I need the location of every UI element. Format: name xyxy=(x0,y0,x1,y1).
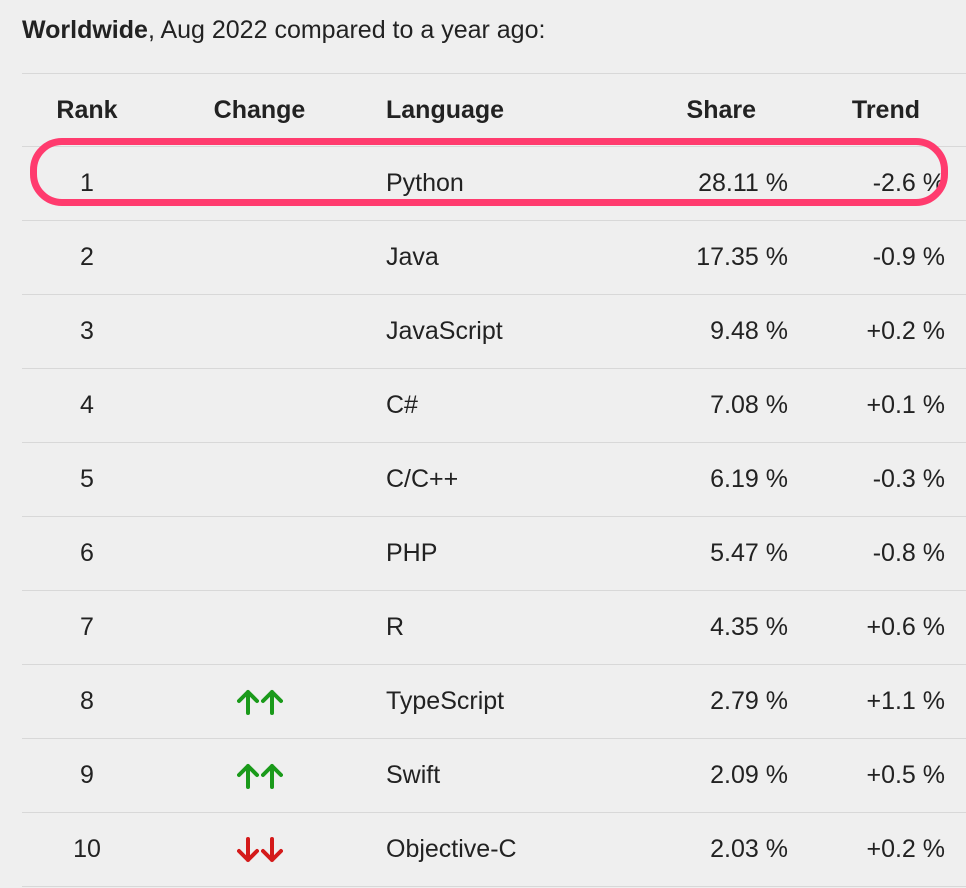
share-cell: 9.48 % xyxy=(710,317,788,345)
rank-cell: 5 xyxy=(80,465,94,493)
trend-cell: +0.6 % xyxy=(866,613,945,641)
share-cell: 17.35 % xyxy=(696,243,788,271)
double-up-arrow-icon xyxy=(235,687,285,717)
share-cell: 6.19 % xyxy=(710,465,788,493)
language-cell: Java xyxy=(386,243,439,271)
language-cell: C# xyxy=(386,391,418,419)
share-cell: 7.08 % xyxy=(710,391,788,419)
header-share: Share xyxy=(686,95,756,124)
language-cell: TypeScript xyxy=(386,687,505,715)
rank-cell: 9 xyxy=(80,761,94,789)
share-cell: 5.47 % xyxy=(710,539,788,567)
share-cell: 2.03 % xyxy=(710,835,788,863)
header-language: Language xyxy=(386,95,505,124)
trend-cell: +1.1 % xyxy=(866,687,945,715)
language-cell: Swift xyxy=(386,761,441,789)
trend-cell: +0.5 % xyxy=(866,761,945,789)
ranking-table: Rank Change Language Share Trend 1 Pytho… xyxy=(22,73,966,887)
share-cell: 2.09 % xyxy=(710,761,788,789)
trend-cell: +0.2 % xyxy=(866,835,945,863)
table-row-8: 8 TypeScript 2.79 % +1.1 % xyxy=(22,665,966,739)
table-row-6: 6 PHP 5.47 % -0.8 % xyxy=(22,517,966,591)
header-trend: Trend xyxy=(851,95,920,124)
share-cell: 28.11 % xyxy=(698,169,788,197)
table-header: Rank Change Language Share Trend xyxy=(22,74,966,147)
language-cell: PHP xyxy=(386,539,438,567)
rank-cell: 10 xyxy=(73,835,101,863)
rank-cell: 2 xyxy=(80,243,94,271)
share-cell: 4.35 % xyxy=(710,613,788,641)
caption-text: , Aug 2022 compared to a year ago: xyxy=(147,16,546,44)
change-cell xyxy=(192,517,327,590)
trend-cell: -0.3 % xyxy=(872,465,945,493)
trend-cell: -0.8 % xyxy=(872,539,945,567)
trend-cell: +0.1 % xyxy=(866,391,945,419)
table-row-2: 2 Java 17.35 % -0.9 % xyxy=(22,221,966,295)
change-cell xyxy=(192,295,327,368)
language-cell: C/C++ xyxy=(386,465,459,493)
change-cell xyxy=(192,813,327,886)
table-row-1: 1 Python 28.11 % -2.6 % xyxy=(22,147,966,221)
table-row-10: 10 Objective-C 2.03 % +0.2 % xyxy=(22,813,966,887)
table-caption: Worldwide, Aug 2022 compared to a year a… xyxy=(22,16,545,45)
language-cell: Python xyxy=(386,169,464,197)
trend-cell: -2.6 % xyxy=(872,169,945,197)
rank-cell: 4 xyxy=(80,391,94,419)
rank-cell: 3 xyxy=(80,317,94,345)
rank-cell: 7 xyxy=(80,613,94,641)
change-cell xyxy=(192,147,327,220)
change-cell xyxy=(192,665,327,738)
share-cell: 2.79 % xyxy=(710,687,788,715)
change-cell xyxy=(192,591,327,664)
change-cell xyxy=(192,221,327,294)
double-down-arrow-icon xyxy=(235,835,285,865)
double-up-arrow-icon xyxy=(235,761,285,791)
change-cell xyxy=(192,739,327,812)
change-cell xyxy=(192,443,327,516)
rank-cell: 6 xyxy=(80,539,94,567)
table-row-4: 4 C# 7.08 % +0.1 % xyxy=(22,369,966,443)
change-cell xyxy=(192,369,327,442)
trend-cell: +0.2 % xyxy=(866,317,945,345)
table-row-3: 3 JavaScript 9.48 % +0.2 % xyxy=(22,295,966,369)
header-change: Change xyxy=(213,95,306,124)
caption-region: Worldwide xyxy=(22,16,148,44)
table-row-9: 9 Swift 2.09 % +0.5 % xyxy=(22,739,966,813)
table-body: 1 Python 28.11 % -2.6 % 2 Java 17.35 % -… xyxy=(22,147,966,887)
language-cell: R xyxy=(386,613,405,641)
language-cell: JavaScript xyxy=(386,317,503,345)
rank-cell: 8 xyxy=(80,687,94,715)
language-cell: Objective-C xyxy=(386,835,517,863)
rank-cell: 1 xyxy=(80,169,94,197)
header-rank: Rank xyxy=(56,95,118,124)
trend-cell: -0.9 % xyxy=(872,243,945,271)
table-row-5: 5 C/C++ 6.19 % -0.3 % xyxy=(22,443,966,517)
table-row-7: 7 R 4.35 % +0.6 % xyxy=(22,591,966,665)
